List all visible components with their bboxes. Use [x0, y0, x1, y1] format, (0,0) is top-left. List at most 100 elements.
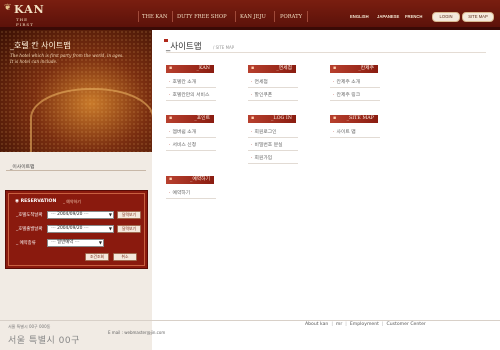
link-jeju-intro[interactable]: · 칸제주 소개	[333, 78, 360, 85]
lang-japanese[interactable]: JAPANESE	[377, 14, 399, 19]
footer-separator: |	[345, 322, 347, 327]
footer-link-employment[interactable]: Employment	[350, 322, 379, 327]
logo[interactable]: ❦ KAN THE FIRST	[4, 2, 48, 27]
bullet-icon: ·	[169, 80, 171, 85]
checkin-date-select[interactable]: --- 2004/09/20 --- ▼	[47, 211, 114, 219]
room-type-label: _ 예약종류	[16, 241, 36, 246]
reservation-box: ◉ RESERVATION _ 예약하기 _호텔도착날짜 --- 2004/09…	[5, 190, 148, 269]
item-divider	[248, 163, 298, 164]
nav-separator	[274, 11, 275, 22]
link-sitemap[interactable]: · 사이트 맵	[333, 128, 356, 135]
nav-item-duty-free-shop[interactable]: DUTY FREE SHOP	[177, 13, 227, 21]
item-divider	[248, 150, 298, 151]
bullet-icon: ·	[169, 143, 171, 148]
category-marker-icon: ▪	[169, 66, 173, 71]
checkout-date-select[interactable]: --- 2004/09/20 --- ▼	[47, 225, 114, 233]
category-kan-jeju[interactable]: ▪ _칸제주	[330, 65, 378, 73]
item-divider	[166, 198, 216, 199]
footer-link-about[interactable]: About kan	[305, 322, 328, 327]
link-service-request[interactable]: · 서비스 신청	[169, 141, 196, 148]
nav-separator	[235, 11, 236, 22]
link-hotel-services[interactable]: · 호텔칸만의 서비스	[169, 91, 209, 98]
category-marker-icon: ▪	[251, 66, 255, 71]
lang-english[interactable]: ENGLISH	[350, 14, 369, 19]
item-divider	[166, 150, 216, 151]
item-divider	[330, 137, 380, 138]
category-duty-free[interactable]: ▪ _면세점	[248, 65, 296, 73]
banner-arch	[30, 88, 152, 152]
link-jeju-link[interactable]: · 칸제주 링크	[333, 91, 360, 98]
logo-text: KAN	[14, 3, 45, 16]
footer-email[interactable]: E mail : webmaster@jin.com	[108, 330, 165, 335]
link-hotel-intro[interactable]: · 호텔칸 소개	[169, 78, 196, 85]
banner-title: _호텔 칸 사이트맵	[10, 41, 71, 50]
category-marker-icon: ▪	[333, 116, 337, 121]
nav-item-kan-jeju[interactable]: KAN JEJU	[240, 13, 266, 21]
nav-separator	[138, 11, 139, 22]
nav-separator	[307, 11, 308, 22]
login-button[interactable]: LOGIN	[432, 12, 460, 22]
nav-item-poraty[interactable]: PORATY	[280, 13, 302, 21]
title-divider	[166, 52, 486, 53]
checkin-calendar-button[interactable]: 달력보기	[117, 211, 141, 219]
banner-subtitle: The hotel which is first party from the …	[10, 53, 124, 64]
bullet-icon: ·	[251, 93, 253, 98]
checkin-label: _호텔도착날짜	[16, 213, 43, 218]
bullet-icon: ·	[251, 156, 253, 161]
link-membership[interactable]: · 멤버쉽 소개	[169, 128, 196, 135]
category-marker-icon: ▪	[169, 116, 173, 121]
category-kan[interactable]: ▪ _KAN	[166, 65, 214, 73]
search-conditions-button[interactable]: 조건조회	[85, 253, 109, 261]
footer-address: 서울 특별시 00구 000동	[8, 324, 51, 329]
footer-watermark: 서울 특별시 00구	[8, 336, 80, 346]
nav-item-the-kan[interactable]: THE KAN	[142, 13, 167, 21]
bullet-icon: ·	[251, 80, 253, 85]
footer-links: About kan | mr | Employment | Customer Center	[305, 322, 426, 327]
room-type-select[interactable]: --- 일반예약 --- ▼	[47, 239, 104, 247]
bullet-icon: ·	[169, 93, 171, 98]
category-marker-icon: ▪	[169, 177, 173, 182]
bullet-icon: ·	[333, 130, 335, 135]
bullet-icon: ·	[333, 80, 335, 85]
reservation-frame: ◉ RESERVATION _ 예약하기 _호텔도착날짜 --- 2004/09…	[8, 193, 145, 266]
category-sitemap[interactable]: ▪ _SITE MAP	[330, 115, 378, 123]
category-point[interactable]: ▪ _포인트	[166, 115, 214, 123]
reservation-title: ◉ RESERVATION	[15, 199, 57, 204]
bullet-icon: ·	[251, 143, 253, 148]
cancel-button[interactable]: 취소	[113, 253, 137, 261]
item-divider	[330, 87, 380, 88]
link-duty-free[interactable]: · 면세점	[251, 78, 268, 85]
chevron-down-icon: ▼	[98, 240, 102, 245]
footer-separator: |	[381, 322, 384, 327]
lang-french[interactable]: FRENCH	[405, 14, 422, 19]
bullet-icon: ·	[333, 93, 335, 98]
bullet-icon: ·	[251, 130, 253, 135]
footer-link-customer-center[interactable]: Customer Center	[387, 322, 426, 327]
item-divider	[248, 100, 298, 101]
link-sign-up[interactable]: · 회원가입	[251, 154, 272, 161]
item-divider	[330, 100, 380, 101]
checkout-label: _호텔출발날짜	[16, 227, 43, 232]
checkout-calendar-button[interactable]: 달력보기	[117, 225, 141, 233]
link-discount-coupon[interactable]: · 할인쿠폰	[251, 91, 272, 98]
link-lost-password[interactable]: · 비밀번호 분실	[251, 141, 283, 148]
item-divider	[248, 87, 298, 88]
reservation-title-korean: _ 예약하기	[63, 199, 81, 204]
bullet-icon: ·	[169, 191, 171, 196]
category-login[interactable]: ▪ _LOG IN	[248, 115, 296, 123]
link-reservation[interactable]: · 예약하기	[169, 189, 190, 196]
chevron-down-icon: ▼	[108, 212, 112, 217]
item-divider	[166, 100, 216, 101]
chevron-down-icon: ▼	[108, 226, 112, 231]
page-title-english: / SITE MAP	[213, 45, 235, 50]
footer-link-mr[interactable]: mr	[336, 322, 342, 327]
logo-emblem-icon: ❦	[4, 3, 12, 13]
item-divider	[248, 137, 298, 138]
sidebar-divider	[6, 170, 146, 171]
logo-subtitle: THE FIRST	[16, 17, 34, 27]
sitemap-button[interactable]: SITE MAP	[462, 12, 494, 22]
bullet-icon: ·	[169, 130, 171, 135]
sidebar-label: _이사이트맵	[10, 165, 35, 170]
category-reservation[interactable]: ▪ _예약하기	[166, 176, 214, 184]
link-member-login[interactable]: · 회원로그인	[251, 128, 277, 135]
